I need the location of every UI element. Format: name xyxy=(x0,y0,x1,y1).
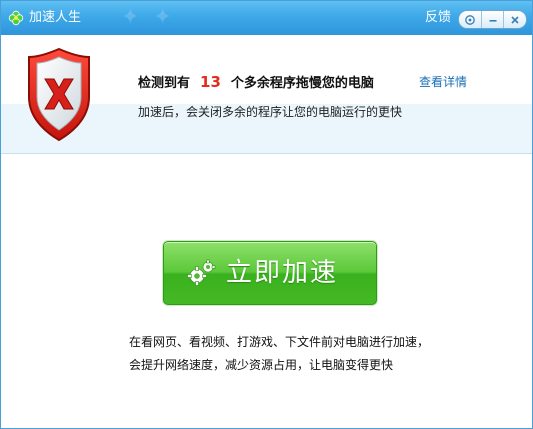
detection-subtext: 加速后，会关闭多余的程序让您的电脑运行的更快 xyxy=(138,105,403,119)
description-line-1: 在看网页、看视频、打游戏、下文件前对电脑进行加速， xyxy=(129,335,430,349)
shield-x-icon xyxy=(28,47,90,142)
feedback-link[interactable]: 反馈 xyxy=(425,1,451,35)
description-line-2: 会提升网络速度，减少资源占用，让电脑变得更快 xyxy=(129,358,394,372)
program-count: 13 xyxy=(200,73,221,91)
detection-panel: 检测到有 13 个多余程序拖慢您的电脑 查看详情 加速后，会关闭多余的程序让您的电脑… xyxy=(1,36,532,154)
close-button[interactable] xyxy=(504,11,526,28)
accelerate-description: 在看网页、看视频、打游戏、下文件前对电脑进行加速， 会提升网络速度，减少资源占用… xyxy=(129,331,429,377)
headline-prefix: 检测到有 xyxy=(138,76,191,91)
app-title: 加速人生 xyxy=(29,10,82,25)
accelerate-button[interactable]: 立即加速 xyxy=(163,241,377,305)
window-controls xyxy=(458,10,527,29)
clover-icon xyxy=(8,10,24,26)
help-icon xyxy=(464,14,475,25)
detection-headline: 检测到有 13 个多余程序拖慢您的电脑 xyxy=(138,72,374,91)
title-bar[interactable]: ✦ ✦ 加速人生 反馈 xyxy=(1,1,532,35)
gears-icon xyxy=(187,259,216,286)
app-window: ✦ ✦ 加速人生 反馈 检测到有 13 个多余程序拖慢您的电脑 查看详情 加速后… xyxy=(0,0,533,429)
titlebar-decoration: ✦ ✦ xyxy=(121,5,172,30)
accelerate-label: 立即加速 xyxy=(226,258,339,288)
view-details-link[interactable]: 查看详情 xyxy=(419,73,467,90)
minimize-button[interactable] xyxy=(482,11,505,28)
minimize-icon xyxy=(489,19,496,22)
headline-suffix: 个多余程序拖慢您的电脑 xyxy=(230,76,374,91)
help-button[interactable] xyxy=(459,11,482,28)
close-icon xyxy=(511,15,519,24)
